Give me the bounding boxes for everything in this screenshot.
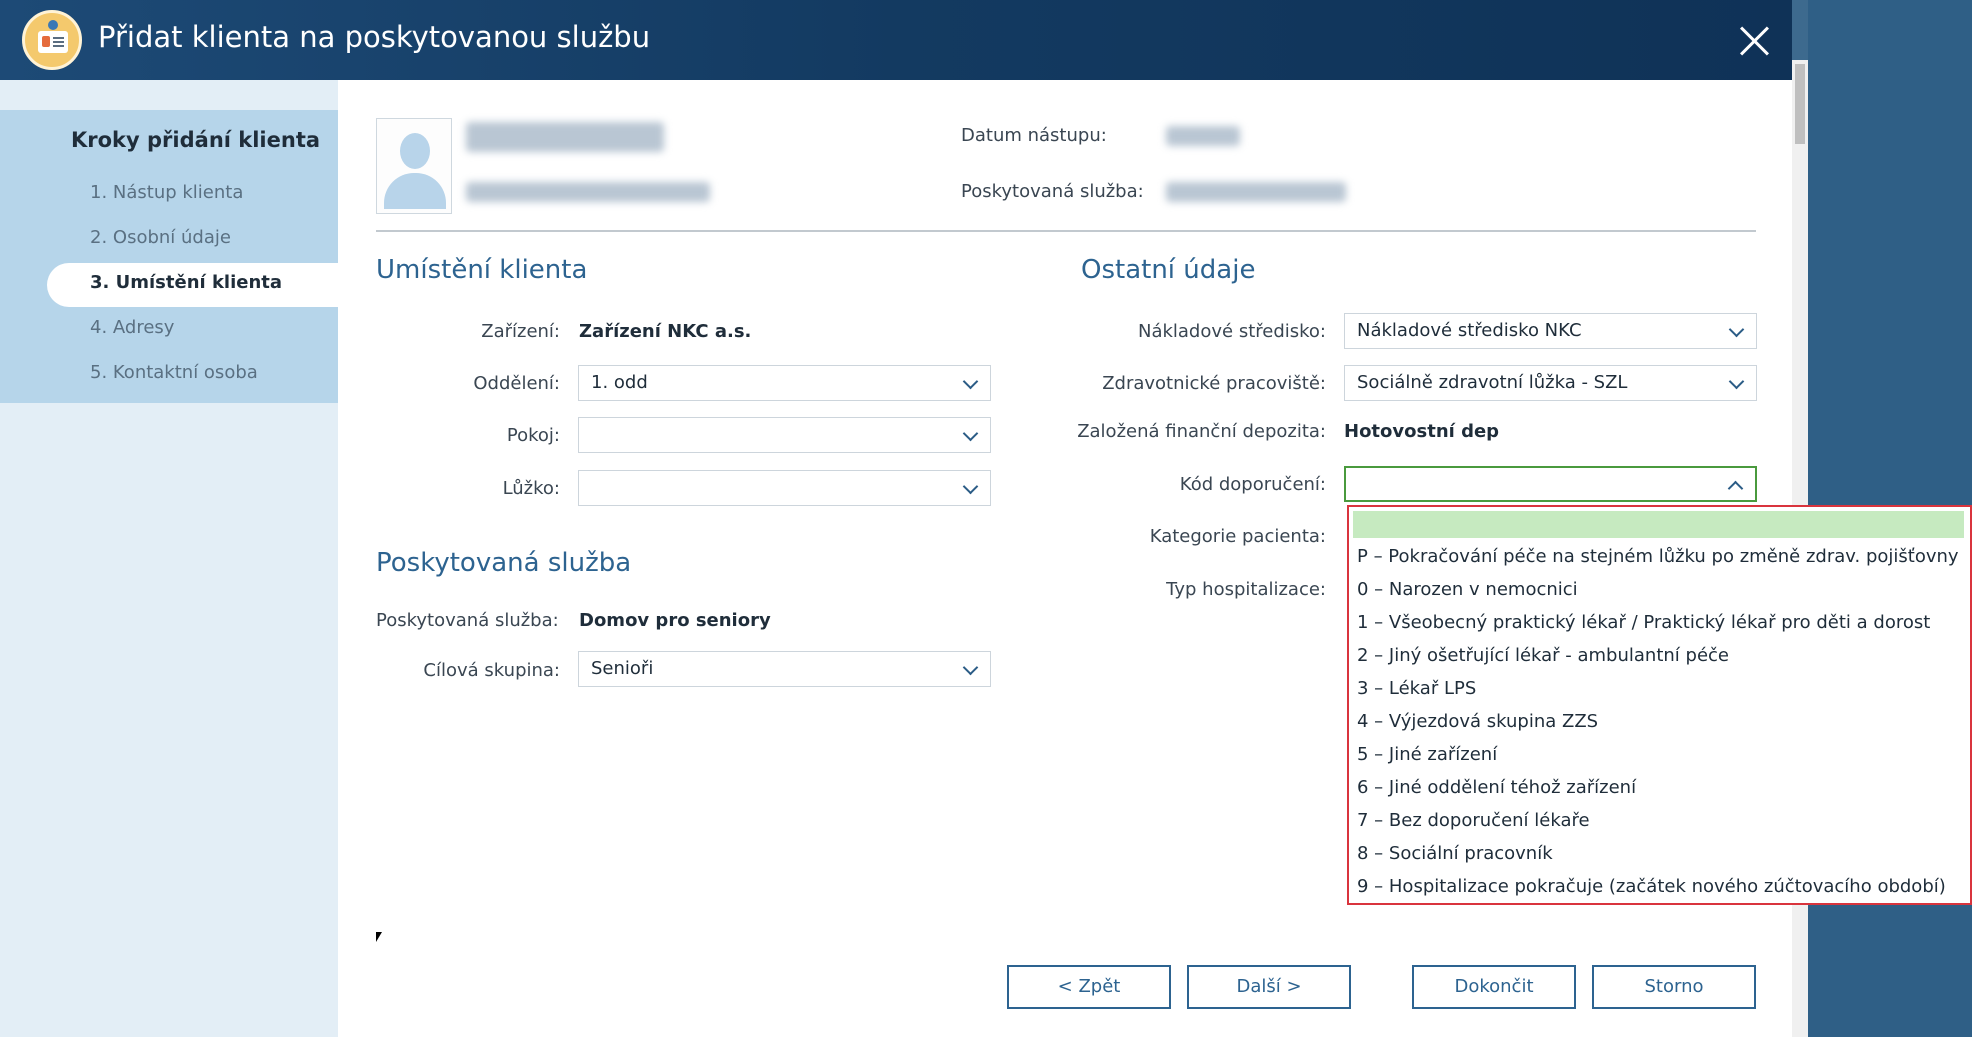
target-group-label: Cílová skupina: (423, 660, 560, 681)
referral-option[interactable]: 8 – Sociální pracovník (1349, 838, 1970, 871)
referral-option[interactable]: 1 – Všeobecný praktický lékař / Praktick… (1349, 607, 1970, 640)
chevron-up-icon (1727, 480, 1744, 497)
referral-option[interactable]: 9 – Hospitalizace pokračuje (začátek nov… (1349, 871, 1970, 903)
referral-option[interactable]: 0 – Narozen v nemocnici (1349, 574, 1970, 607)
cancel-button[interactable]: Storno (1592, 965, 1756, 1009)
referral-option[interactable]: 5 – Jiné zařízení (1349, 739, 1970, 772)
other-data-title: Ostatní údaje (1081, 255, 1256, 285)
cost-center-label: Nákladové středisko: (1137, 321, 1326, 342)
provided-service-label: Poskytovaná služba: (376, 610, 559, 631)
chevron-down-icon (962, 478, 979, 495)
referral-options-list: P – Pokračování péče na stejném lůžku po… (1349, 541, 1970, 903)
dropdown-empty-option[interactable] (1353, 511, 1964, 538)
back-button[interactable]: < Zpět (1007, 965, 1171, 1009)
room-label: Pokoj: (506, 425, 560, 446)
finish-button[interactable]: Dokončit (1412, 965, 1576, 1009)
chevron-down-icon (962, 425, 979, 442)
entry-date-label: Datum nástupu: (961, 125, 1107, 146)
chevron-down-icon (962, 659, 979, 676)
step-client-placement[interactable]: 3. Umístění klienta (90, 272, 282, 293)
deposit-label: Založená finanční depozita: (1077, 421, 1326, 442)
next-button[interactable]: Další > (1187, 965, 1351, 1009)
referral-option[interactable]: 4 – Výjezdová skupina ZZS (1349, 706, 1970, 739)
client-card-icon (22, 10, 82, 70)
steps-title: Kroky přidání klienta (71, 128, 321, 152)
entry-date-redacted (1166, 126, 1240, 146)
referral-option[interactable]: 6 – Jiné oddělení téhož zařízení (1349, 772, 1970, 805)
patient-category-label: Kategorie pacienta: (1149, 526, 1326, 547)
department-label: Oddělení: (473, 373, 560, 394)
cost-center-select[interactable]: Nákladové středisko NKC (1344, 313, 1757, 349)
referral-code-select[interactable] (1344, 466, 1757, 502)
header-divider (376, 230, 1756, 232)
step-personal-data[interactable]: 2. Osobní údaje (90, 227, 231, 248)
service-redacted (1166, 182, 1346, 202)
room-select[interactable] (578, 417, 991, 453)
mouse-cursor (376, 932, 382, 942)
service-label: Poskytovaná služba: (961, 181, 1144, 202)
step-entry[interactable]: 1. Nástup klienta (90, 182, 243, 203)
department-select[interactable]: 1. odd (578, 365, 991, 401)
dialog-title: Přidat klienta na poskytovanou službu (98, 20, 651, 54)
step-addresses[interactable]: 4. Adresy (90, 317, 174, 338)
provided-service-title: Poskytovaná služba (376, 548, 632, 578)
referral-option[interactable]: 2 – Jiný ošetřující lékař - ambulantní p… (1349, 640, 1970, 673)
chevron-down-icon (1728, 373, 1745, 390)
steps-panel (0, 110, 338, 403)
bed-label: Lůžko: (502, 478, 560, 499)
client-id-redacted (466, 182, 710, 202)
chevron-down-icon (962, 373, 979, 390)
client-name-redacted (466, 122, 664, 152)
placement-title: Umístění klienta (376, 255, 588, 285)
bed-select[interactable] (578, 470, 991, 506)
referral-option[interactable]: 3 – Lékař LPS (1349, 673, 1970, 706)
workplace-label: Zdravotnické pracoviště: (1102, 373, 1326, 394)
client-avatar (376, 118, 452, 214)
provided-service-value: Domov pro seniory (579, 610, 771, 631)
referral-code-dropdown[interactable]: P – Pokračování péče na stejném lůžku po… (1347, 505, 1972, 905)
workplace-select[interactable]: Sociálně zdravotní lůžka - SZL (1344, 365, 1757, 401)
referral-option[interactable]: 7 – Bez doporučení lékaře (1349, 805, 1970, 838)
step-contact-person[interactable]: 5. Kontaktní osoba (90, 362, 258, 383)
facility-label: Zařízení: (481, 321, 560, 342)
dialog-titlebar: Přidat klienta na poskytovanou službu (0, 0, 1792, 80)
background-scrollbar-thumb (1795, 64, 1805, 144)
referral-code-label: Kód doporučení: (1179, 474, 1326, 495)
facility-value: Zařízení NKC a.s. (579, 321, 752, 342)
chevron-down-icon (1728, 321, 1745, 338)
hospitalization-type-label: Typ hospitalizace: (1166, 579, 1326, 600)
close-icon[interactable] (1734, 20, 1774, 60)
target-group-select[interactable]: Senioři (578, 651, 991, 687)
deposit-value: Hotovostní dep (1344, 421, 1500, 442)
referral-option[interactable]: P – Pokračování péče na stejném lůžku po… (1349, 541, 1970, 574)
